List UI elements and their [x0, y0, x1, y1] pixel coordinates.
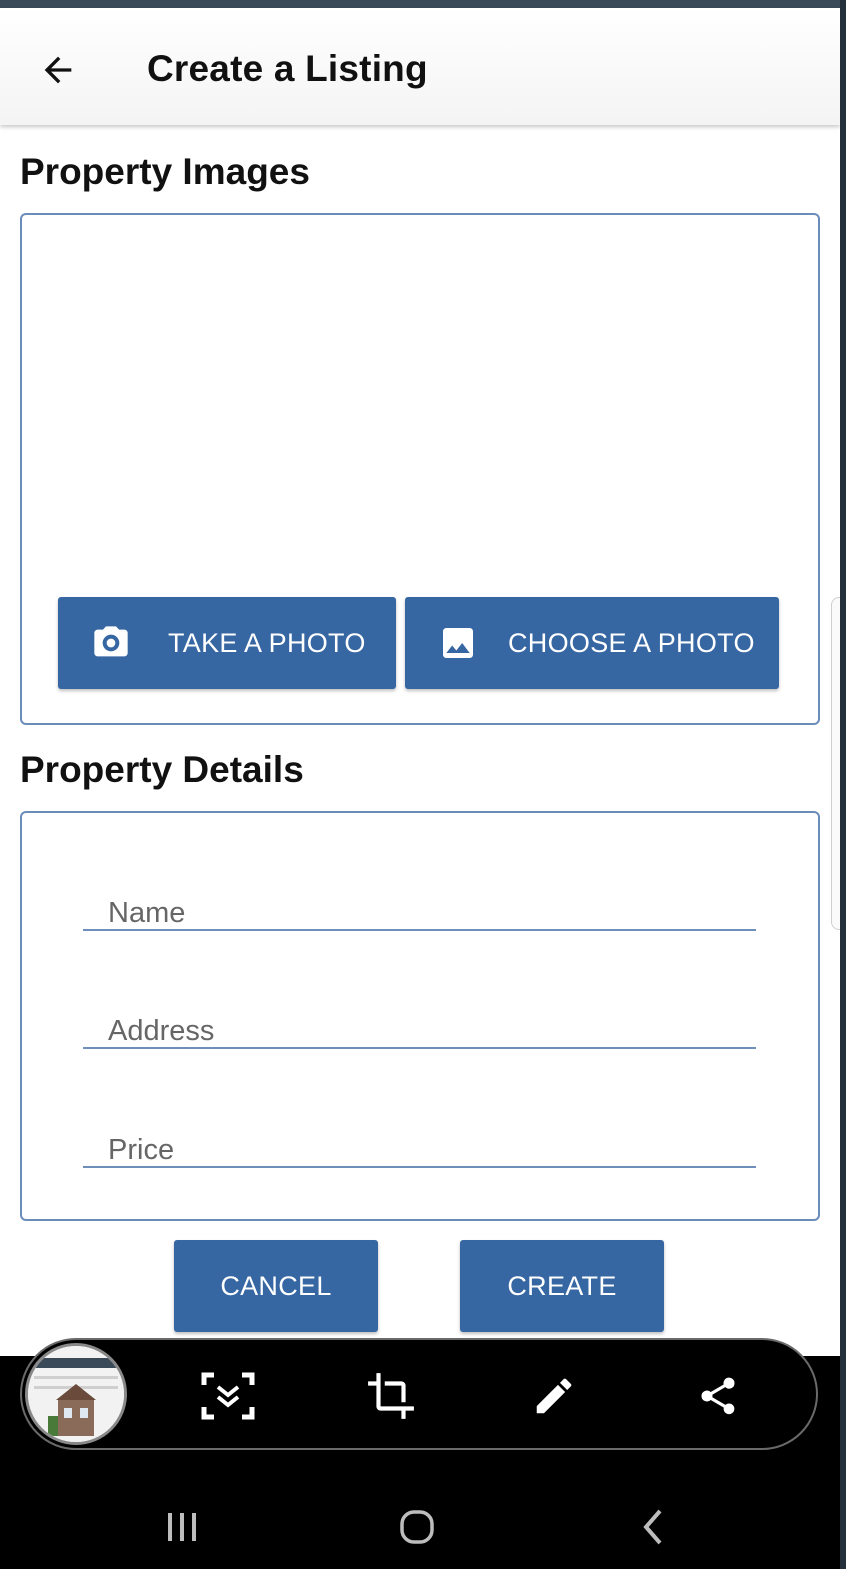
camera-icon — [94, 626, 128, 657]
share-icon — [701, 1377, 735, 1415]
cancel-label: CANCEL — [220, 1270, 332, 1301]
price-field[interactable]: Price — [83, 1088, 756, 1168]
name-field[interactable]: Name — [83, 851, 756, 931]
take-photo-label: TAKE A PHOTO — [168, 628, 366, 658]
thumbnail-preview-icon — [28, 1346, 124, 1442]
image-icon — [443, 628, 473, 658]
arrow-left-icon — [44, 56, 72, 84]
app-screen: Create a Listing Property Images TAKE A … — [0, 0, 840, 1569]
screenshot-thumbnail[interactable] — [25, 1343, 127, 1445]
back-button[interactable] — [32, 44, 84, 96]
property-images-heading: Property Images — [20, 151, 310, 192]
scroll-capture-button[interactable] — [198, 1366, 258, 1426]
recents-button[interactable] — [147, 1492, 217, 1562]
recents-icon — [168, 1513, 196, 1541]
back-icon — [643, 1509, 662, 1545]
property-details-heading: Property Details — [20, 749, 304, 790]
address-field[interactable]: Address — [83, 969, 756, 1049]
window-edge — [840, 0, 846, 1569]
pencil-icon — [536, 1378, 572, 1414]
edge-panel-handle[interactable] — [831, 597, 840, 930]
home-button[interactable] — [382, 1492, 452, 1562]
choose-photo-button[interactable]: CHOOSE A PHOTO — [405, 597, 779, 689]
home-icon — [400, 1510, 434, 1544]
scroll-capture-icon — [201, 1372, 255, 1420]
choose-photo-label: CHOOSE A PHOTO — [508, 628, 755, 658]
name-placeholder: Name — [108, 897, 186, 929]
page-title: Create a Listing — [147, 48, 428, 89]
share-button[interactable] — [688, 1366, 748, 1426]
create-button[interactable]: CREATE — [460, 1240, 664, 1332]
price-placeholder: Price — [108, 1134, 175, 1166]
system-back-button[interactable] — [618, 1492, 688, 1562]
take-photo-button[interactable]: TAKE A PHOTO — [58, 597, 396, 689]
crop-icon — [368, 1373, 414, 1419]
create-label: CREATE — [507, 1270, 617, 1301]
draw-button[interactable] — [524, 1366, 584, 1426]
app-bar: Create a Listing — [0, 8, 840, 125]
address-placeholder: Address — [108, 1015, 215, 1047]
cancel-button[interactable]: CANCEL — [174, 1240, 378, 1332]
crop-button[interactable] — [361, 1366, 421, 1426]
status-bar-strip — [0, 0, 840, 8]
